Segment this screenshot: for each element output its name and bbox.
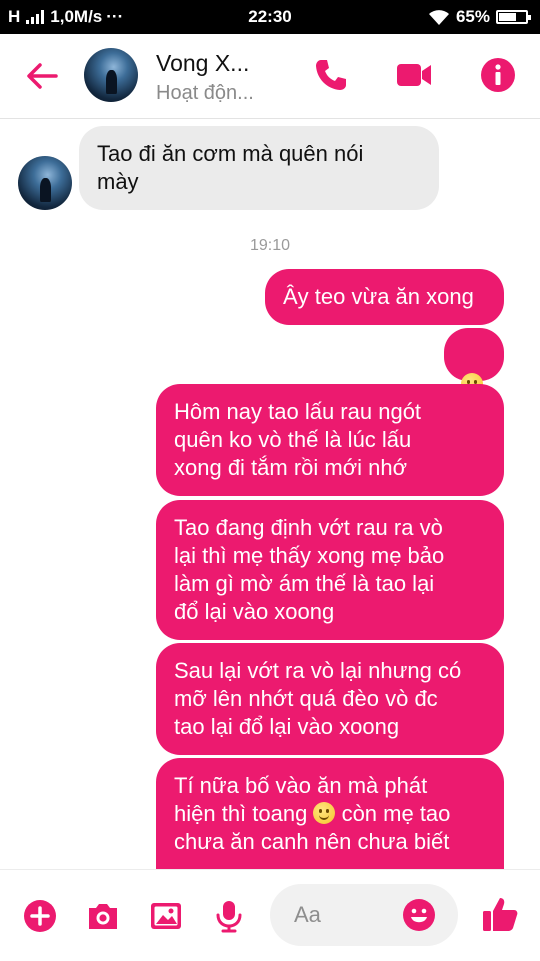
microphone-icon[interactable] — [211, 898, 247, 934]
wifi-icon — [428, 10, 449, 25]
battery-icon — [496, 10, 531, 24]
phone-icon[interactable] — [312, 56, 350, 94]
outgoing-message[interactable]: Tí nữa bố vào ăn mà phát hiện thì toang … — [156, 758, 504, 869]
smile-emoji — [313, 802, 336, 824]
composer-bar — [0, 869, 540, 961]
outgoing-message[interactable] — [444, 328, 504, 395]
message-timestamp: 19:10 — [249, 237, 291, 254]
image-icon[interactable] — [148, 898, 184, 934]
thumbs-up-icon[interactable] — [480, 894, 520, 934]
status-right: 65% — [428, 7, 531, 27]
back-arrow-icon[interactable] — [22, 56, 62, 96]
outgoing-message[interactable]: Sau lại vớt ra vò lại nhưng có mỡ lên nh… — [156, 643, 504, 755]
video-icon[interactable] — [395, 56, 433, 94]
battery-percent: 65% — [455, 7, 490, 26]
message-list[interactable]: Tao đi ăn cơm mà quên nói mày 19:10 Ây t… — [0, 119, 540, 869]
status-bar: H 1,0M/s ··· 22:30 65% — [0, 0, 540, 34]
incoming-message[interactable]: Tao đi ăn cơm mà quên nói mày — [79, 126, 439, 210]
info-icon[interactable] — [479, 56, 517, 94]
camera-icon[interactable] — [85, 898, 121, 934]
sender-avatar — [18, 156, 72, 210]
outgoing-message[interactable]: Tao đang định vớt rau ra vò lại thì mẹ t… — [156, 500, 504, 640]
conversation-header: Vong X... Hoạt độn... — [0, 34, 540, 119]
outgoing-message[interactable]: Hôm nay tao lấu rau ngót quên ko vò thế … — [156, 384, 504, 496]
message-input[interactable] — [292, 898, 396, 932]
plus-icon[interactable] — [22, 898, 58, 934]
emoji-icon[interactable] — [402, 898, 436, 932]
contact-name[interactable]: Vong X... — [156, 50, 249, 77]
message-composer[interactable] — [270, 884, 458, 946]
outgoing-message[interactable]: Ây teo vừa ăn xong — [265, 269, 504, 325]
contact-avatar[interactable] — [84, 48, 138, 102]
contact-status: Hoạt độn... — [156, 82, 254, 104]
